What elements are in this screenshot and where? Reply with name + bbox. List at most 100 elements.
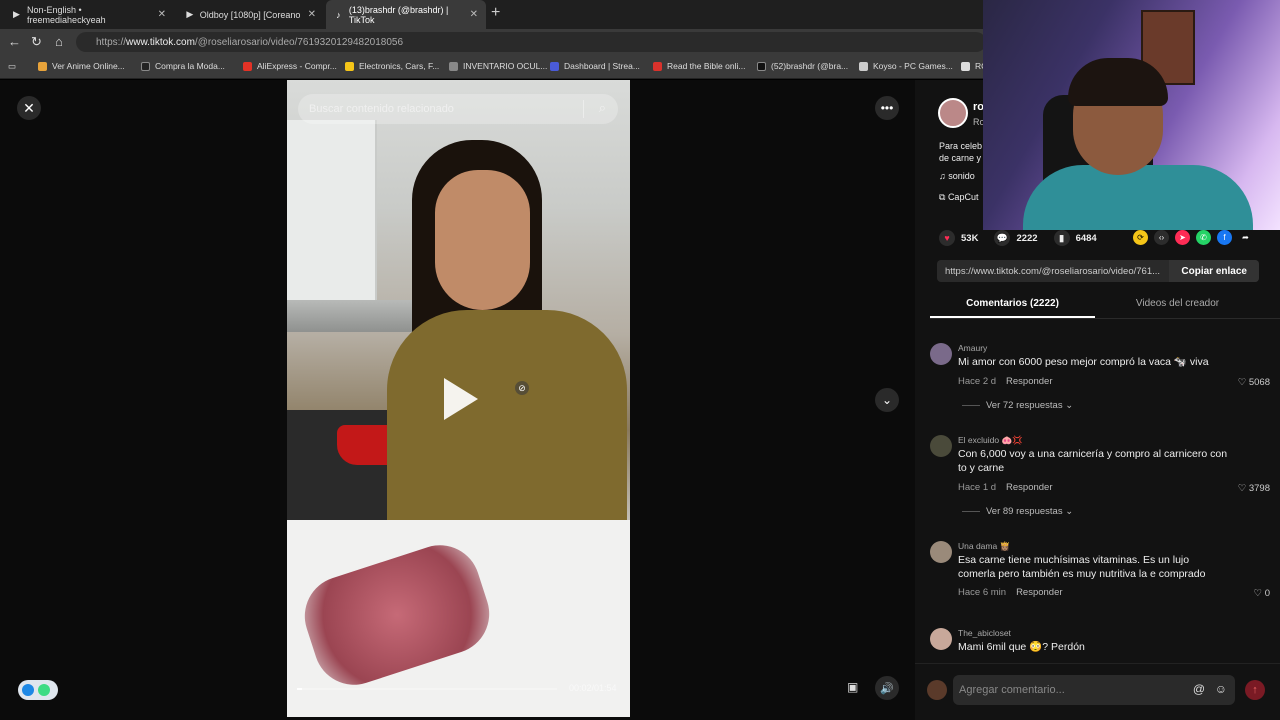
bookmark-favicon (38, 61, 47, 71)
url-path: /@roseliarosario/video/76193201294820180… (194, 36, 404, 48)
view-replies-button[interactable]: Ver 72 respuestas ⌄ (962, 400, 1073, 411)
progress-bar[interactable] (297, 688, 557, 690)
comment-like-button[interactable]: ♡ 5068 (1238, 377, 1270, 388)
tab-label: Non-English • freemediaheckyeah (27, 4, 106, 25)
close-video-button[interactable]: ✕ (17, 96, 41, 120)
comment-button[interactable]: 💬 2222 (994, 230, 1038, 246)
play-icon[interactable] (444, 378, 478, 420)
tab-creator-videos[interactable]: Videos del creador (1095, 294, 1260, 318)
view-replies-button[interactable]: Ver 89 respuestas ⌄ (962, 506, 1073, 517)
bookmark-item[interactable]: Compra la Moda... (141, 61, 225, 71)
close-tab-icon[interactable]: ✕ (308, 9, 316, 20)
mention-icon[interactable]: @ (1193, 682, 1205, 696)
bookmark-item[interactable]: (52)brashdr (@bra... (757, 61, 848, 71)
comment-like-button[interactable]: ♡ 0 (1254, 588, 1270, 599)
chevron-down-icon: ⌄ (881, 393, 893, 407)
webcam-overlay (983, 0, 1280, 230)
commenter-name[interactable]: El excluido 🐽💢 (958, 435, 1023, 446)
close-tab-icon[interactable]: ✕ (158, 9, 166, 20)
capcut-icon: ⧉ (939, 192, 948, 202)
comment-like-count: 5068 (1248, 377, 1270, 388)
commenter-avatar[interactable] (930, 435, 952, 457)
volume-button[interactable]: 🔊 (875, 676, 899, 700)
capcut-link[interactable]: ⧉ CapCut (939, 192, 978, 203)
comment-icon: 💬 (994, 230, 1011, 246)
like-button[interactable]: ♥ 53K (939, 230, 978, 246)
next-video-button[interactable]: ⌄ (875, 388, 899, 412)
send-to-friends-icon[interactable]: ➤ (1175, 230, 1190, 245)
saves-count: 6484 (1075, 232, 1097, 244)
bookmark-label: Dashboard | Strea... (564, 61, 640, 71)
bookmark-favicon (345, 61, 354, 71)
post-comment-button[interactable]: ↑ (1245, 680, 1265, 700)
emoji-icon[interactable]: ☺ (1215, 682, 1227, 696)
browser-tab-2[interactable]: ▶ Oldboy [1080p] [Coreano] [MEG ✕ (178, 0, 324, 29)
music-link[interactable]: ♫ sonido (939, 171, 975, 181)
streamer-shirt (1023, 165, 1253, 230)
extension-icon (38, 684, 50, 696)
music-note-icon: ♫ (939, 171, 949, 181)
tab-comments[interactable]: Comentarios (2222) (930, 294, 1095, 318)
bookmark-item[interactable]: Ver Anime Online... (38, 61, 125, 71)
bookmark-item[interactable]: Dashboard | Strea... (550, 61, 640, 71)
reply-button[interactable]: Responder (1006, 376, 1052, 387)
reload-icon[interactable]: ↻ (31, 34, 42, 50)
commenter-name[interactable]: The_abicloset (958, 628, 1011, 638)
heart-icon: ♥ (939, 230, 955, 246)
bookmark-item[interactable]: AliExpress - Compr... (243, 61, 337, 71)
new-tab-button[interactable]: + (491, 4, 500, 22)
bookmark-item[interactable]: Electronics, Cars, F... (345, 61, 439, 71)
commenter-name[interactable]: Amaury (958, 343, 987, 353)
comment-input[interactable]: Agregar comentario... @ ☺ (953, 675, 1235, 705)
share-arrow-icon[interactable]: ➦ (1238, 230, 1253, 245)
more-options-button[interactable]: ••• (875, 96, 899, 120)
bookmark-item[interactable]: Read the Bible onli... (653, 61, 745, 71)
save-button[interactable]: ▮ 6484 (1053, 230, 1097, 246)
bookmark-label: Electronics, Cars, F... (359, 61, 440, 71)
comment-like-count: 3798 (1248, 483, 1270, 494)
comment-time: Hace 2 d (958, 376, 997, 387)
kitchen-cabinet (287, 120, 377, 320)
commenter-avatar[interactable] (930, 343, 952, 365)
url-field[interactable]: https://www.tiktok.com/@roseliarosario/v… (76, 32, 986, 52)
capcut-label: CapCut (947, 192, 979, 202)
bookmark-favicon (961, 61, 970, 71)
comment-meta: Hace 2 d Responder (958, 376, 1053, 387)
bookmark-item[interactable]: INVENTARIO OCUL... (449, 61, 547, 71)
search-icon[interactable]: ⌕ (599, 100, 606, 116)
browser-tab-3[interactable]: ♪ (13)brashdr (@brashdr) | TikTok ✕ (326, 0, 486, 29)
tab-label: (13)brashdr (@brashdr) | TikTok (348, 4, 449, 25)
related-search-input[interactable]: Buscar contenido relacionado ⌕ (298, 94, 618, 124)
comment-item: El excluido 🐽💢 Con 6,000 voy a una carni… (930, 435, 1275, 530)
copy-link-button[interactable]: Copiar enlace (1169, 260, 1259, 282)
progress-fill (297, 688, 303, 690)
bookmark-favicon (243, 61, 252, 71)
commenter-name[interactable]: Una dama 👸🏽 (958, 541, 1010, 552)
reply-button[interactable]: Responder (1016, 587, 1062, 598)
creator-avatar[interactable] (938, 98, 968, 128)
comment-meta: Hace 1 d Responder (958, 482, 1053, 493)
no-autoscroll-icon[interactable]: ⊘ (515, 381, 529, 395)
facebook-icon[interactable]: f (1217, 230, 1232, 245)
comment-like-button[interactable]: ♡ 3798 (1238, 483, 1270, 494)
close-icon: ✕ (23, 99, 35, 116)
commenter-avatar[interactable] (930, 541, 952, 563)
bookmark-item[interactable]: Koyso - PC Games... (859, 61, 953, 71)
close-tab-icon[interactable]: ✕ (470, 9, 478, 20)
comment-text: Esa carne tiene muchísimas vitaminas. Es… (958, 554, 1206, 580)
home-icon[interactable]: ⌂ (55, 34, 63, 49)
bookmark-label: Ver Anime Online... (52, 61, 125, 71)
pip-icon[interactable]: ▣ (847, 680, 858, 694)
comment-text: Mami 6mil que 😳? Perdón (958, 641, 1085, 653)
browser-tab-1[interactable]: ▶ Non-English • freemediaheckyeah ✕ (4, 0, 174, 29)
embed-icon[interactable]: ‹› (1154, 230, 1169, 245)
repost-icon[interactable]: ⟳ (1133, 230, 1148, 245)
reply-button[interactable]: Responder (1006, 482, 1052, 493)
back-icon[interactable]: ← (8, 34, 21, 49)
commenter-avatar[interactable] (930, 628, 952, 650)
comment-time: Hace 1 d (958, 482, 997, 493)
extension-badge[interactable] (18, 680, 58, 700)
bookmarks-menu-icon[interactable]: ▭ (8, 61, 16, 72)
whatsapp-icon[interactable]: ✆ (1196, 230, 1211, 245)
video-player[interactable]: Buscar contenido relacionado ⌕ ⊘ 00:02/0… (287, 80, 630, 717)
